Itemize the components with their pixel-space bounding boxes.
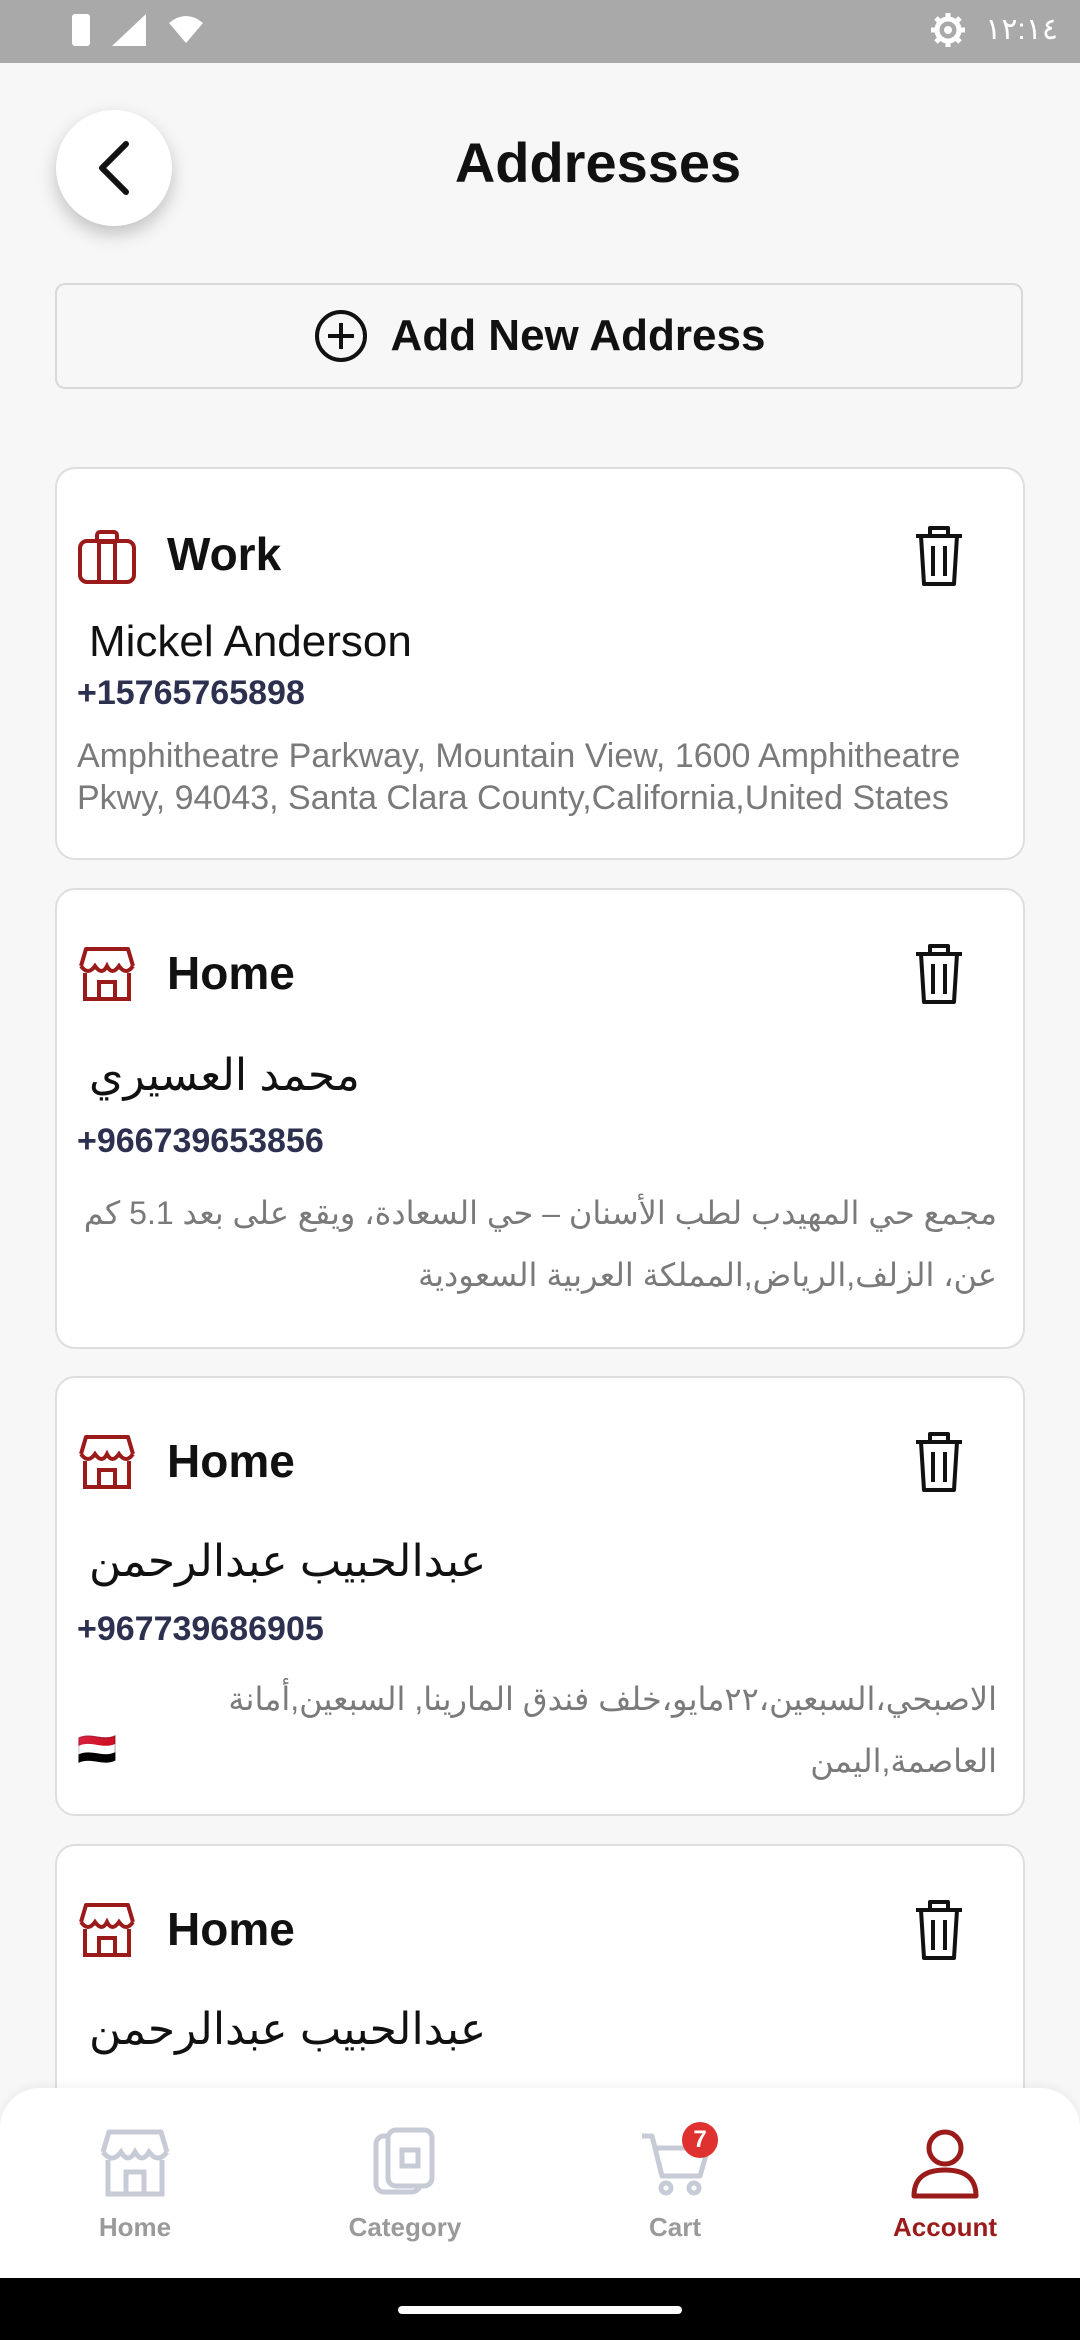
user-icon bbox=[911, 2129, 979, 2199]
address-type-label: Home bbox=[167, 1435, 295, 1487]
settings-icon bbox=[931, 12, 966, 47]
status-time: ١٢:١٤ bbox=[985, 13, 1058, 46]
delete-address-button[interactable] bbox=[912, 524, 966, 588]
wifi-icon bbox=[169, 16, 203, 43]
address-card[interactable]: Work Mickel Anderson +15765765898 Amphit… bbox=[55, 467, 1025, 860]
nav-label-home: Home bbox=[98, 2212, 172, 2242]
nav-item-account[interactable]: Account bbox=[810, 2088, 1080, 2278]
status-icons-left bbox=[72, 14, 204, 46]
country-flag: 🇾🇪 bbox=[77, 1731, 117, 1767]
store-icon bbox=[79, 947, 135, 1001]
address-name: محمد العسيري bbox=[89, 1051, 360, 1100]
store-icon bbox=[79, 1435, 135, 1489]
home-indicator[interactable] bbox=[398, 2306, 682, 2314]
address-phone: +15765765898 bbox=[77, 674, 305, 712]
briefcase-icon bbox=[78, 530, 136, 584]
status-right: ١٢:١٤ bbox=[931, 12, 1058, 47]
battery-icon bbox=[72, 14, 90, 46]
address-name: عبدالحبيب عبدالرحمن bbox=[89, 1537, 487, 1586]
nav-item-cart[interactable]: 7 Cart bbox=[540, 2088, 810, 2278]
nav-item-category[interactable]: Category bbox=[270, 2088, 540, 2278]
address-phone: +967739686905 bbox=[77, 1610, 324, 1648]
store-icon bbox=[100, 2129, 170, 2197]
address-text: الاصبحي،السبعين،٢٢مايو،خلف فندق المارينا… bbox=[228, 1681, 997, 1779]
cart-count-badge: 7 bbox=[682, 2122, 718, 2158]
address-text: Amphitheatre Parkway, Mountain View, 160… bbox=[77, 737, 961, 817]
add-new-address-button[interactable]: Add New Address bbox=[55, 283, 1023, 389]
signal-icon bbox=[112, 14, 146, 46]
delete-address-button[interactable] bbox=[912, 1430, 966, 1494]
address-name: Mickel Anderson bbox=[89, 617, 412, 666]
address-type-label: Home bbox=[167, 1903, 295, 1955]
delete-address-button[interactable] bbox=[912, 942, 966, 1006]
nav-label-category: Category bbox=[348, 2212, 462, 2242]
address-type-label: Work bbox=[167, 528, 282, 580]
store-icon bbox=[79, 1903, 135, 1957]
address-card[interactable]: Home محمد العسيري +966739653856 مجمع حي … bbox=[55, 888, 1025, 1349]
address-text: مجمع حي المهيدب لطب الأسنان – حي السعادة… bbox=[83, 1195, 997, 1293]
address-type-label: Home bbox=[167, 947, 295, 999]
nav-item-home[interactable]: Home bbox=[0, 2088, 270, 2278]
address-name: عبدالحبيب عبدالرحمن bbox=[89, 2005, 487, 2054]
address-phone: +966739653856 bbox=[77, 1122, 324, 1160]
delete-address-button[interactable] bbox=[912, 1898, 966, 1962]
bottom-navigation: Home Category 7 Cart Account bbox=[0, 2088, 1080, 2278]
nav-label-account: Account bbox=[893, 2212, 997, 2242]
address-card[interactable]: Home عبدالحبيب عبدالرحمن +967739686905 ا… bbox=[55, 1376, 1025, 1816]
status-bar: ١٢:١٤ bbox=[0, 0, 1080, 63]
page-title: Addresses bbox=[454, 131, 742, 194]
add-new-address-label: Add New Address bbox=[390, 311, 766, 360]
nav-label-cart: Cart bbox=[648, 2212, 701, 2242]
category-icon bbox=[373, 2127, 435, 2195]
plus-circle-icon bbox=[314, 310, 367, 362]
